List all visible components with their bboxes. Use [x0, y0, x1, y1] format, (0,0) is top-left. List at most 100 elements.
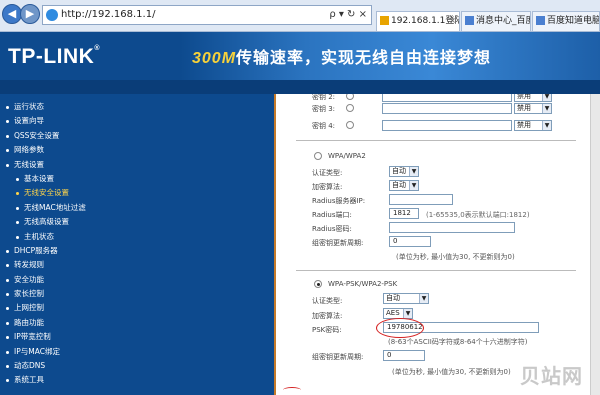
sidebar-item-routing[interactable]: 路由功能: [0, 316, 92, 330]
wep-key3-type-select[interactable]: 禁用 ▼: [514, 103, 552, 114]
select-value: 禁用: [517, 94, 531, 100]
tab-favicon-icon: [465, 16, 474, 25]
sidebar-item-label: 无线高级设置: [24, 217, 69, 227]
psk-group-key-period-input[interactable]: 0: [383, 350, 425, 361]
bullet-icon: [6, 106, 9, 109]
wep-key3-radio[interactable]: [346, 104, 354, 112]
sidebar-item-wireless-advanced[interactable]: 无线高级设置: [0, 215, 92, 229]
psk-group-key-period-label: 组密钥更新周期:: [312, 353, 364, 361]
radius-password-input[interactable]: [389, 222, 515, 233]
psk-auth-select[interactable]: 自动 ▼: [383, 293, 429, 304]
wpa-auth-label: 认证类型:: [312, 169, 343, 177]
sidebar-item-wireless-security[interactable]: 无线安全设置: [0, 186, 92, 200]
sidebar-item-status[interactable]: 运行状态: [0, 100, 92, 114]
sidebar-item-label: IP与MAC绑定: [14, 346, 60, 356]
sidebar-item-system-tools[interactable]: 系统工具: [0, 373, 92, 387]
wpa-group-key-period-input[interactable]: 0: [389, 236, 431, 247]
sidebar-item-label: 安全功能: [14, 274, 44, 284]
psk-mode-radio[interactable]: [314, 280, 322, 288]
sidebar-item-bandwidth[interactable]: IP带宽控制: [0, 330, 92, 344]
sidebar-item-ip-mac-binding[interactable]: IP与MAC绑定: [0, 345, 92, 359]
sidebar-item-label: DHCP服务器: [14, 245, 58, 255]
section-divider: [296, 270, 576, 271]
bullet-icon: [6, 163, 9, 167]
psk-password-hint: (8-63个ASCII码字符或8-64个十六进制字符): [388, 338, 528, 346]
chevron-down-icon: ▼: [419, 294, 428, 303]
forward-button[interactable]: ▶: [20, 4, 40, 24]
annotation-mark: [283, 387, 301, 393]
tp-link-logo: TP-LINK®: [8, 45, 100, 69]
select-value: 自动: [392, 181, 406, 189]
page: ◀ ▶ http://192.168.1.1/ ρ ▾ ↻ × 192.168.…: [0, 0, 600, 395]
sidebar-item-label: 系统工具: [14, 375, 44, 385]
chevron-down-icon: ▼: [542, 104, 551, 113]
bullet-icon: [6, 149, 9, 153]
tab-baidu-zhidao[interactable]: 百度知道电脑2...: [532, 11, 600, 31]
radius-ip-input[interactable]: [389, 194, 453, 205]
bullet-icon: [6, 336, 9, 340]
sidebar-item-security[interactable]: 安全功能: [0, 273, 92, 287]
psk-section-title: WPA-PSK/WPA2-PSK: [328, 280, 398, 288]
chevron-down-icon: ▼: [403, 309, 412, 318]
chevron-down-icon: ▼: [542, 94, 551, 101]
sidebar-item-wireless[interactable]: 无线设置: [0, 158, 92, 172]
watermark: 贝站网: [520, 364, 583, 388]
wpa-auth-select[interactable]: 自动 ▼: [389, 166, 419, 177]
tab-favicon-icon: [380, 16, 389, 25]
header-banner: TP-LINK® 300M传输速率，实现无线自由连接梦想: [0, 32, 600, 80]
bullet-icon: [6, 134, 9, 138]
sidebar-item-forwarding[interactable]: 转发规则: [0, 258, 92, 272]
sidebar-item-qss[interactable]: QSS安全设置: [0, 129, 92, 143]
wpa-encryption-select[interactable]: 自动 ▼: [389, 180, 419, 191]
bullet-icon: [6, 307, 9, 311]
sidebar-item-label: 上网控制: [14, 303, 44, 313]
sidebar-item-label: 无线设置: [14, 159, 44, 169]
sidebar-item-label: 无线MAC地址过滤: [24, 202, 86, 212]
wpa-mode-radio[interactable]: [314, 152, 322, 160]
select-value: 自动: [386, 294, 400, 302]
wep-key4-type-select[interactable]: 禁用 ▼: [514, 120, 552, 131]
sidebar-item-label: 无线安全设置: [24, 188, 69, 198]
sidebar-item-ddns[interactable]: 动态DNS: [0, 359, 92, 373]
sidebar-item-label: 主机状态: [24, 231, 54, 241]
sidebar-menu: 运行状态 设置向导 QSS安全设置 网络参数 无线设置 基本设置 无线安全设置 …: [0, 94, 92, 395]
sidebar-item-wizard[interactable]: 设置向导: [0, 114, 92, 128]
radius-ip-label: Radius服务器IP:: [312, 197, 366, 205]
select-value: 禁用: [517, 121, 531, 129]
chevron-down-icon: ▼: [409, 181, 418, 190]
sidebar-item-network[interactable]: 网络参数: [0, 143, 92, 157]
sidebar-item-label: 设置向导: [14, 116, 44, 126]
sidebar-item-mac-filter[interactable]: 无线MAC地址过滤: [0, 201, 92, 215]
wpa-group-key-period-hint: (单位为秒, 最小值为30, 不更新则为0): [396, 253, 515, 261]
sidebar-item-host-status[interactable]: 主机状态: [0, 230, 92, 244]
tab-label: 消息中心_百度知道: [476, 16, 530, 26]
password-highlight-circle: [376, 318, 424, 338]
bullet-icon: [16, 235, 19, 239]
tab-baidu-messages[interactable]: 消息中心_百度知道: [461, 11, 531, 31]
sidebar-item-dhcp[interactable]: DHCP服务器: [0, 244, 92, 258]
bullet-icon: [16, 206, 19, 210]
address-bar[interactable]: http://192.168.1.1/ ρ ▾ ↻ ×: [42, 5, 372, 25]
wep-key3-input[interactable]: [382, 103, 512, 114]
sidebar-item-label: 动态DNS: [14, 361, 46, 371]
wep-key4-input[interactable]: [382, 120, 512, 131]
psk-auth-label: 认证类型:: [312, 297, 343, 305]
back-button[interactable]: ◀: [2, 4, 22, 24]
wep-key2-input[interactable]: [382, 94, 512, 102]
ie-icon: [46, 9, 58, 21]
address-text: http://192.168.1.1/: [61, 9, 156, 20]
sidebar-item-parental[interactable]: 家长控制: [0, 287, 92, 301]
radius-port-input[interactable]: 1812: [389, 208, 419, 219]
sidebar-item-basic[interactable]: 基本设置: [0, 172, 92, 186]
sidebar-item-access-control[interactable]: 上网控制: [0, 301, 92, 315]
chevron-down-icon: ▼: [409, 167, 418, 176]
banner-slogan: 300M传输速率，实现无线自由连接梦想: [192, 44, 491, 68]
wep-key2-radio[interactable]: [346, 94, 354, 100]
address-controls[interactable]: ρ ▾ ↻ ×: [329, 6, 367, 24]
wep-key4-radio[interactable]: [346, 121, 354, 129]
tab-router-login[interactable]: 192.168.1.1登陆 ... ×: [376, 11, 460, 31]
wep-key2-type-select[interactable]: 禁用 ▼: [514, 94, 552, 102]
scrollbar[interactable]: [590, 94, 600, 395]
bullet-icon: [6, 379, 9, 383]
close-tab-icon[interactable]: ×: [449, 12, 456, 30]
